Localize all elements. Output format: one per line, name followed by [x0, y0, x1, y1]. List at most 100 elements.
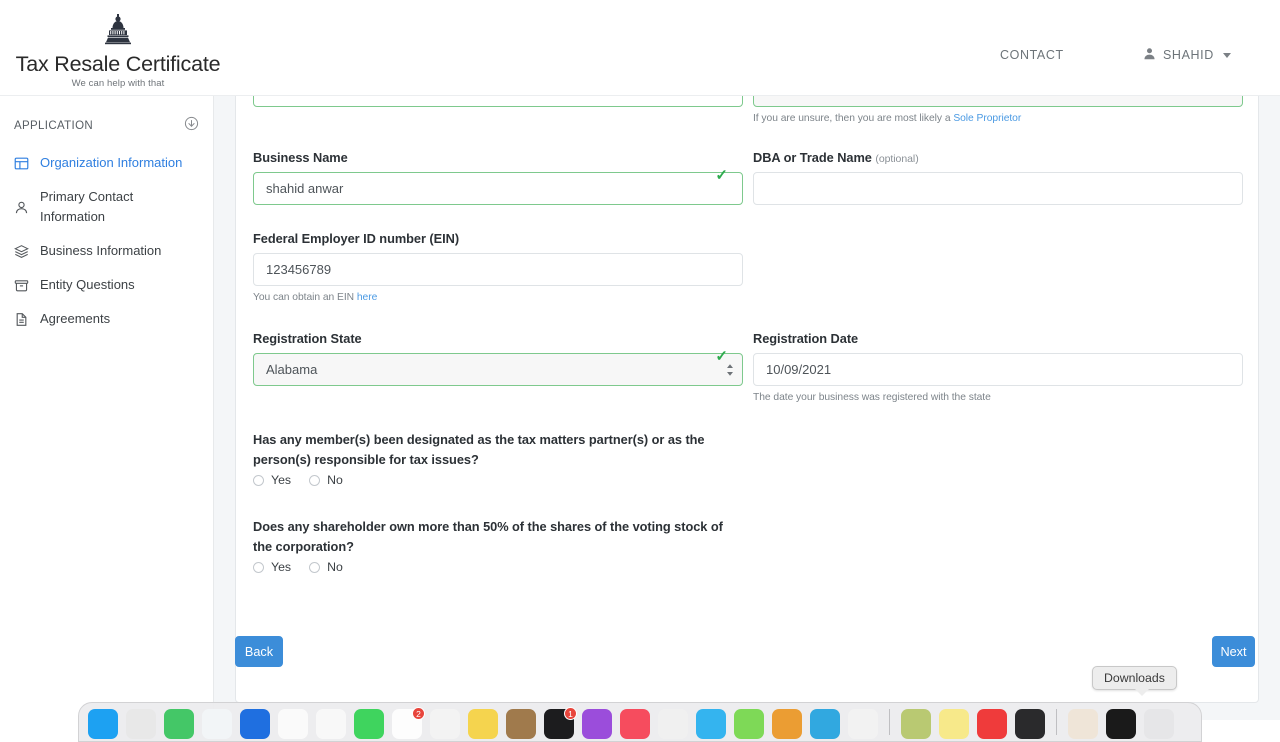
dock-separator — [1056, 709, 1057, 735]
registration-date-input[interactable] — [753, 353, 1243, 386]
sidebar-item-agreements[interactable]: Agreements — [0, 302, 213, 336]
dock-icon-reminders[interactable] — [506, 709, 536, 739]
dock-icon-launchpad[interactable] — [126, 709, 156, 739]
dock-badge: 2 — [412, 707, 425, 720]
business-name-row: Business Name ✓ DBA or Trade Name (optio… — [253, 150, 1243, 205]
ein-here-link[interactable]: here — [357, 292, 377, 303]
dock-icon-github[interactable] — [848, 709, 878, 739]
dock-icon-downloads[interactable] — [1106, 709, 1136, 739]
sidebar-item-entity-questions[interactable]: Entity Questions — [0, 268, 213, 302]
entity-type-left-field — [253, 96, 743, 124]
radio-circle-icon — [309, 474, 321, 486]
entity-type-select[interactable] — [753, 96, 1243, 107]
question-1-option-yes[interactable]: Yes — [253, 473, 291, 487]
registration-date-hint: The date your business was registered wi… — [753, 392, 991, 403]
dba-input[interactable] — [753, 172, 1243, 205]
scrolled-row-top: If you are unsure, then you are most lik… — [253, 96, 1243, 124]
registration-date-field: Registration Date The date your business… — [753, 331, 1243, 403]
registration-state-label: Registration State — [253, 331, 362, 346]
sidebar-item-label: Agreements — [40, 311, 111, 326]
dock-icon-xcode[interactable] — [772, 709, 802, 739]
dock-icon-terminal[interactable] — [1015, 709, 1045, 739]
dock-icon-facetime[interactable] — [354, 709, 384, 739]
business-name-input[interactable] — [253, 172, 743, 205]
registration-state-select[interactable] — [253, 353, 743, 386]
radio-circle-icon — [309, 561, 321, 573]
dock-left-gap — [0, 702, 80, 720]
dba-optional-tag: (optional) — [875, 153, 919, 165]
sidebar-item-label: Primary Contact Information — [40, 189, 134, 224]
capitol-dome-icon — [13, 14, 223, 51]
question-1-radio-group: Yes No — [253, 473, 753, 487]
question-1-text: Has any member(s) been designated as the… — [253, 432, 705, 467]
ein-hint-prefix: You can obtain an EIN — [253, 292, 357, 303]
main-content: If you are unsure, then you are most lik… — [214, 96, 1280, 720]
sole-proprietor-link[interactable]: Sole Proprietor — [953, 113, 1021, 124]
registration-state-field: Registration State ✓ — [253, 331, 743, 403]
dock-icon-preview[interactable] — [901, 709, 931, 739]
question-1: Has any member(s) been designated as the… — [253, 430, 753, 487]
ein-hint: You can obtain an EIN here — [253, 292, 743, 303]
sidebar-item-business-information[interactable]: Business Information — [0, 234, 213, 268]
dock-icon-calendar[interactable]: 2 — [392, 707, 425, 739]
dock-icon-sublime-text[interactable] — [810, 709, 840, 739]
radio-label: Yes — [271, 473, 292, 487]
sidebar-item-organization-information[interactable]: Organization Information — [0, 146, 213, 180]
registration-row: Registration State ✓ Registration Date — [253, 331, 1243, 403]
ein-label: Federal Employer ID number (EIN) — [253, 231, 460, 246]
ein-row: Federal Employer ID number (EIN) You can… — [253, 231, 1243, 303]
dock-icon-stickies[interactable] — [939, 709, 969, 739]
entity-hint-prefix: If you are unsure, then you are most lik… — [753, 113, 954, 124]
header-contact-link[interactable]: CONTACT — [1000, 48, 1064, 62]
sidebar: APPLICATION Organization Information Pri… — [0, 96, 214, 720]
next-button[interactable]: Next — [1212, 636, 1255, 667]
user-menu[interactable]: SHAHID — [1143, 47, 1231, 63]
brand-title: Tax Resale Certificate — [15, 52, 221, 76]
radio-label: No — [327, 560, 343, 574]
scrolled-input-left[interactable] — [253, 96, 743, 107]
dba-label: DBA or Trade Name (optional) — [753, 150, 1243, 165]
dba-field: DBA or Trade Name (optional) — [753, 150, 1243, 205]
sidebar-section-label: APPLICATION — [14, 120, 94, 132]
sidebar-item-label: Organization Information — [40, 155, 183, 170]
back-button[interactable]: Back — [235, 636, 283, 667]
business-name-label: Business Name — [253, 150, 348, 165]
radio-label: Yes — [271, 560, 292, 574]
dock-icon-opera[interactable] — [977, 709, 1007, 739]
dock-icon-notes[interactable] — [468, 709, 498, 739]
dock-icon-tv[interactable]: 1 — [544, 707, 577, 739]
dock-icon-trash[interactable] — [1144, 709, 1174, 739]
entity-type-field: If you are unsure, then you are most lik… — [753, 96, 1243, 124]
dock-icon-keynote[interactable] — [658, 709, 688, 739]
dock-icon-contacts[interactable] — [430, 709, 460, 739]
check-mark-icon: ✓ — [715, 167, 728, 184]
radio-label: No — [327, 473, 343, 487]
entity-type-hint: If you are unsure, then you are most lik… — [753, 113, 1243, 124]
dock-icon-messages[interactable] — [164, 709, 194, 739]
question-2: Does any shareholder own more than 50% o… — [253, 517, 753, 574]
dock-icon-app-store[interactable] — [316, 709, 346, 739]
question-1-option-no[interactable]: No — [309, 473, 343, 487]
question-2-option-no[interactable]: No — [309, 560, 343, 574]
form-card: If you are unsure, then you are most lik… — [235, 96, 1259, 703]
brand-logo[interactable]: Tax Resale Certificate We can help with … — [13, 14, 223, 89]
ein-field: Federal Employer ID number (EIN) You can… — [253, 231, 743, 303]
dock-icon-podcasts[interactable] — [582, 709, 612, 739]
dock-icon-photos[interactable] — [278, 709, 308, 739]
sidebar-item-label: Business Information — [40, 243, 162, 258]
dock-icon-mail[interactable] — [240, 709, 270, 739]
dock-icon-safari[interactable] — [202, 709, 232, 739]
dock-icon-finder[interactable] — [88, 709, 118, 739]
dock-icon-screenshot[interactable] — [1068, 709, 1098, 739]
sidebar-item-primary-contact-information[interactable]: Primary Contact Information — [0, 180, 213, 234]
radio-circle-icon — [253, 474, 264, 486]
dock-icon-music[interactable] — [620, 709, 650, 739]
dock-icon-pages[interactable] — [734, 709, 764, 739]
person-icon — [1143, 47, 1156, 63]
question-2-option-yes[interactable]: Yes — [253, 560, 291, 574]
dock-icon-numbers[interactable] — [696, 709, 726, 739]
circle-arrow-down-icon[interactable] — [184, 116, 199, 136]
ein-input[interactable] — [253, 253, 743, 286]
brand-tagline: We can help with that — [71, 78, 165, 89]
dock-badge: 1 — [564, 707, 577, 720]
